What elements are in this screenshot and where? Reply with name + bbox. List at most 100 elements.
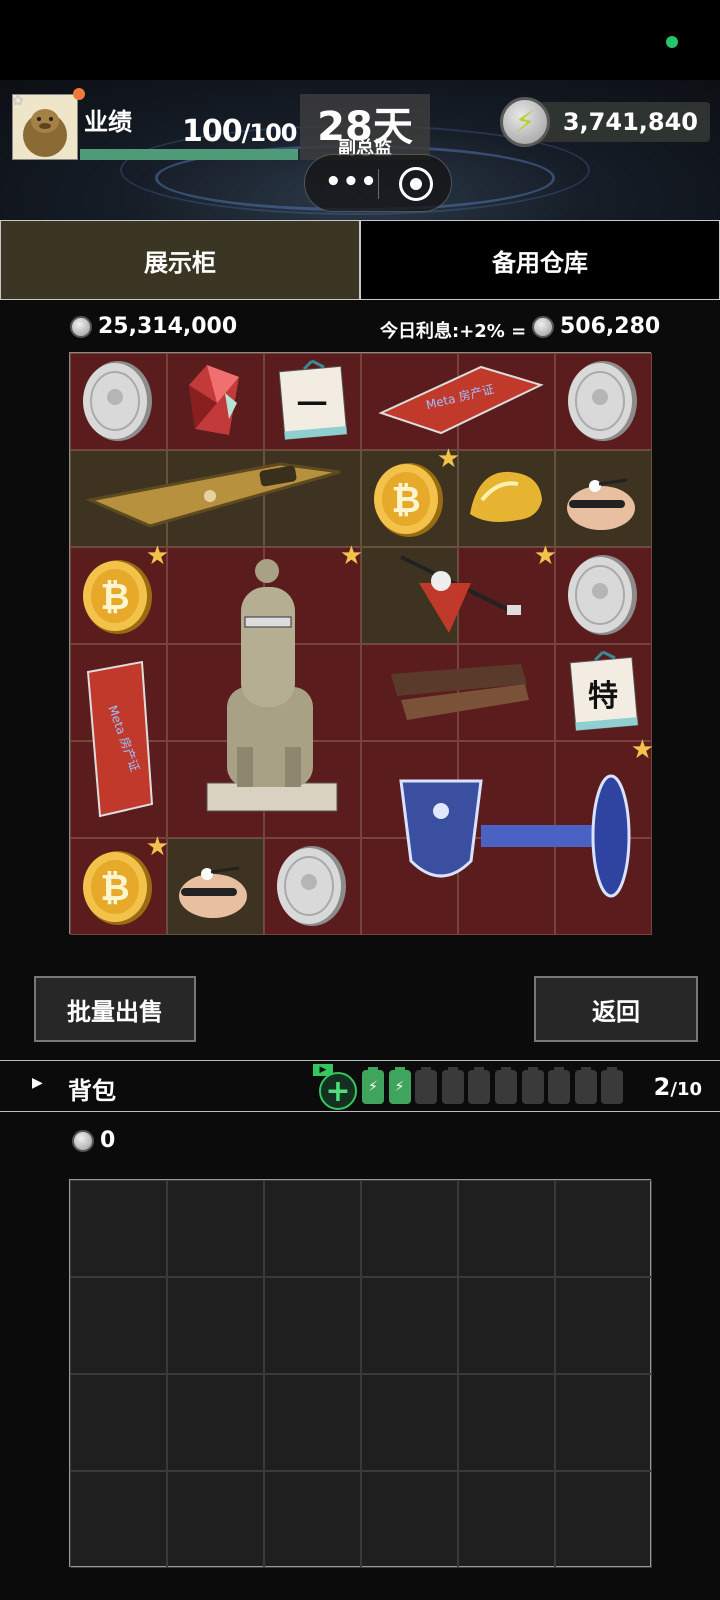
svg-text:₿: ₿ bbox=[100, 577, 129, 618]
battery-full-icon: ⚡ bbox=[362, 1067, 384, 1104]
item-gold-phone[interactable] bbox=[70, 450, 361, 547]
interest-label: 今日利息:+2% = bbox=[380, 321, 527, 342]
battery-empty-icon bbox=[548, 1067, 571, 1104]
item-meta-property-card[interactable]: Meta 房产证 bbox=[70, 644, 167, 838]
showcase-stats: 25,314,000 今日利息:+2% = 506,280 bbox=[0, 312, 720, 346]
backpack-cell[interactable] bbox=[361, 1180, 458, 1277]
meta-property-card-icon: Meta 房产证 bbox=[86, 660, 154, 818]
silver-coin-icon bbox=[83, 361, 152, 441]
item-meta-property-card[interactable]: Meta 房产证 bbox=[361, 353, 555, 450]
energy-coin-icon: ⚡ bbox=[500, 97, 550, 147]
backpack-cell[interactable] bbox=[361, 1277, 458, 1374]
backpack-cell[interactable] bbox=[167, 1277, 264, 1374]
status-indicator-dot bbox=[666, 36, 678, 48]
backpack-count: 2/10 bbox=[653, 1073, 702, 1101]
alpaca-statue-icon bbox=[206, 559, 338, 812]
backpack-cell[interactable] bbox=[458, 1471, 555, 1568]
showcase-total-value: 25,314,000 bbox=[70, 314, 237, 339]
status-bar bbox=[0, 0, 720, 80]
item-notice-card[interactable]: 一 bbox=[264, 353, 361, 450]
backpack-cell[interactable] bbox=[555, 1277, 652, 1374]
coin-icon bbox=[70, 316, 92, 338]
item-silver-coin[interactable] bbox=[70, 353, 167, 450]
red-spinning-top-icon bbox=[400, 555, 521, 633]
battery-empty-icon bbox=[521, 1067, 544, 1104]
settings-gear-icon[interactable]: ✿ bbox=[12, 93, 24, 109]
backpack-cell[interactable] bbox=[264, 1471, 361, 1568]
backpack-cell[interactable] bbox=[167, 1180, 264, 1277]
item-silver-coin[interactable] bbox=[555, 547, 652, 644]
svg-text:₿: ₿ bbox=[391, 480, 420, 521]
coin-icon bbox=[72, 1130, 94, 1152]
battery-empty-icon bbox=[415, 1067, 438, 1104]
tab-backup-warehouse[interactable]: 备用仓库 bbox=[360, 220, 720, 300]
special-card-icon: 特 bbox=[569, 650, 639, 732]
backpack-bar[interactable]: ▶ 背包 ▶ + ⚡ ⚡ 2/10 bbox=[0, 1060, 720, 1112]
star-badge-icon: ★ bbox=[630, 735, 654, 765]
item-crystal-goblet[interactable]: ★ bbox=[361, 737, 654, 935]
item-red-gem[interactable] bbox=[167, 353, 264, 450]
meta-property-card-icon: Meta 房产证 bbox=[378, 365, 544, 435]
notification-dot bbox=[73, 88, 85, 100]
backpack-cell[interactable] bbox=[264, 1277, 361, 1374]
player-header: ✿ 业绩 100/100 28天 副总监 ••• 3,741,840 ⚡ bbox=[0, 80, 720, 220]
backpack-cell[interactable] bbox=[361, 1471, 458, 1568]
backpack-cell[interactable] bbox=[167, 1374, 264, 1471]
backpack-cell[interactable] bbox=[555, 1471, 652, 1568]
backpack-cell[interactable] bbox=[70, 1277, 167, 1374]
battery-full-icon: ⚡ bbox=[388, 1067, 411, 1104]
tab-showcase[interactable]: 展示柜 bbox=[0, 220, 360, 300]
add-slot-button[interactable]: + bbox=[319, 1072, 357, 1110]
item-bitcoin[interactable]: ₿ ★ bbox=[70, 543, 169, 644]
showcase-grid: 一 Meta 房产证 ₿ ★ ₿ ★ ★ ★ Meta 房产证 特 ★ ₿ ★ bbox=[69, 352, 654, 935]
backpack-cell[interactable] bbox=[458, 1374, 555, 1471]
backpack-cell[interactable] bbox=[458, 1180, 555, 1277]
item-silver-coin[interactable] bbox=[264, 838, 361, 935]
battery-empty-icon bbox=[441, 1067, 464, 1104]
item-capsule-robot[interactable] bbox=[167, 838, 264, 935]
back-button[interactable]: 返回 bbox=[534, 976, 698, 1042]
backpack-cell[interactable] bbox=[361, 1374, 458, 1471]
silver-coin-icon bbox=[568, 555, 637, 635]
backpack-cell[interactable] bbox=[555, 1374, 652, 1471]
item-special-card[interactable]: 特 bbox=[555, 644, 652, 741]
backpack-cell[interactable] bbox=[167, 1471, 264, 1568]
crystal-goblet-icon bbox=[399, 774, 631, 898]
backpack-cell[interactable] bbox=[264, 1180, 361, 1277]
svg-text:₿: ₿ bbox=[100, 868, 129, 909]
star-badge-icon: ★ bbox=[339, 541, 363, 571]
battery-empty-icon bbox=[495, 1067, 517, 1104]
capsule-robot-icon bbox=[179, 866, 247, 918]
item-silver-coin[interactable] bbox=[555, 353, 652, 450]
item-gold-nugget[interactable] bbox=[458, 450, 555, 547]
backpack-cell[interactable] bbox=[70, 1471, 167, 1568]
performance-progress-fill bbox=[80, 149, 298, 160]
item-bitcoin[interactable]: ₿ ★ bbox=[70, 834, 169, 935]
item-wooden-ruler[interactable] bbox=[361, 644, 555, 741]
item-capsule-robot[interactable] bbox=[555, 450, 652, 547]
more-dots-icon[interactable]: ••• bbox=[325, 167, 378, 197]
backpack-cell[interactable] bbox=[264, 1374, 361, 1471]
coin-icon bbox=[532, 316, 554, 338]
backpack-cell[interactable] bbox=[70, 1374, 167, 1471]
battery-empty-icon bbox=[574, 1067, 597, 1104]
battery-empty-icon bbox=[601, 1067, 624, 1104]
expand-arrow-icon[interactable]: ▶ bbox=[32, 1075, 43, 1091]
bulk-sell-button[interactable]: 批量出售 bbox=[34, 976, 196, 1042]
svg-text:一: 一 bbox=[297, 388, 327, 423]
battery-empty-icon bbox=[468, 1067, 491, 1104]
notice-card-icon: 一 bbox=[278, 359, 348, 441]
capsule-divider bbox=[378, 169, 379, 199]
item-red-spinning-top[interactable]: ★ bbox=[361, 543, 557, 644]
money-value: 3,741,840 bbox=[562, 108, 698, 136]
item-alpaca-statue[interactable]: ★ bbox=[167, 543, 363, 838]
day-rank-box: 28天 副总监 bbox=[300, 94, 430, 160]
backpack-cell[interactable] bbox=[70, 1180, 167, 1277]
wooden-ruler-icon bbox=[391, 664, 529, 720]
item-bitcoin[interactable]: ₿ ★ bbox=[361, 446, 460, 547]
gold-phone-icon bbox=[84, 462, 341, 528]
close-target-icon[interactable] bbox=[399, 167, 433, 201]
backpack-cell[interactable] bbox=[555, 1180, 652, 1277]
red-gem-icon bbox=[189, 365, 239, 435]
backpack-cell[interactable] bbox=[458, 1277, 555, 1374]
